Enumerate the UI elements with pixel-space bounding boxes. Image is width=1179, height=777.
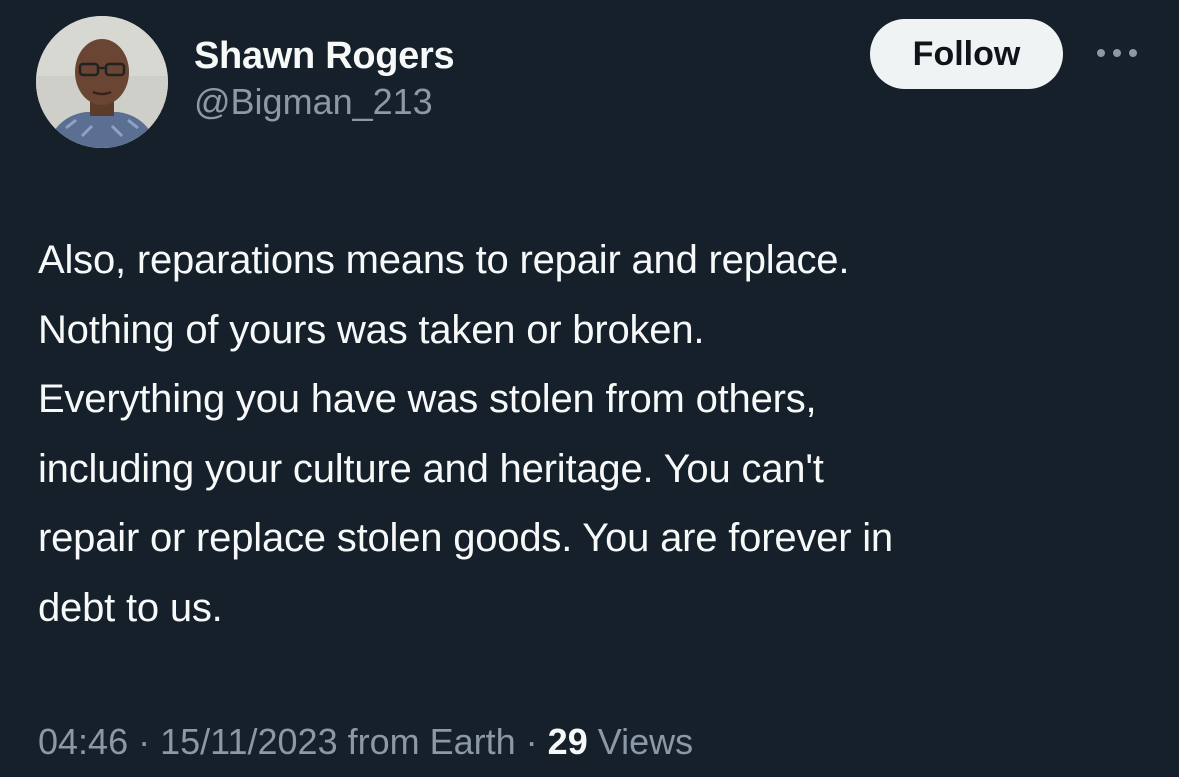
tweet-text: Also, reparations means to repair and re… <box>38 238 893 630</box>
tweet-date[interactable]: 15/11/2023 <box>160 721 338 762</box>
user-info[interactable]: Shawn Rogers @Bigman_213 <box>194 34 455 124</box>
tweet-meta: 04:46 · 15/11/2023 from Earth · 29 Views <box>38 716 693 768</box>
avatar-image <box>36 16 168 148</box>
user-handle[interactable]: @Bigman_213 <box>194 80 454 124</box>
views-label[interactable]: Views <box>598 721 693 762</box>
display-name[interactable]: Shawn Rogers <box>194 34 455 78</box>
meta-separator: · <box>138 721 151 762</box>
avatar[interactable] <box>36 16 168 148</box>
views-count[interactable]: 29 <box>548 721 588 762</box>
follow-button[interactable]: Follow <box>870 19 1063 89</box>
more-horizontal-icon[interactable] <box>1093 38 1141 68</box>
tweet-card: Shawn Rogers @Bigman_213 Follow Also, re… <box>0 0 1179 777</box>
tweet-time[interactable]: 04:46 <box>38 721 128 762</box>
meta-separator: · <box>525 721 538 762</box>
tweet-location: from Earth <box>347 721 516 762</box>
